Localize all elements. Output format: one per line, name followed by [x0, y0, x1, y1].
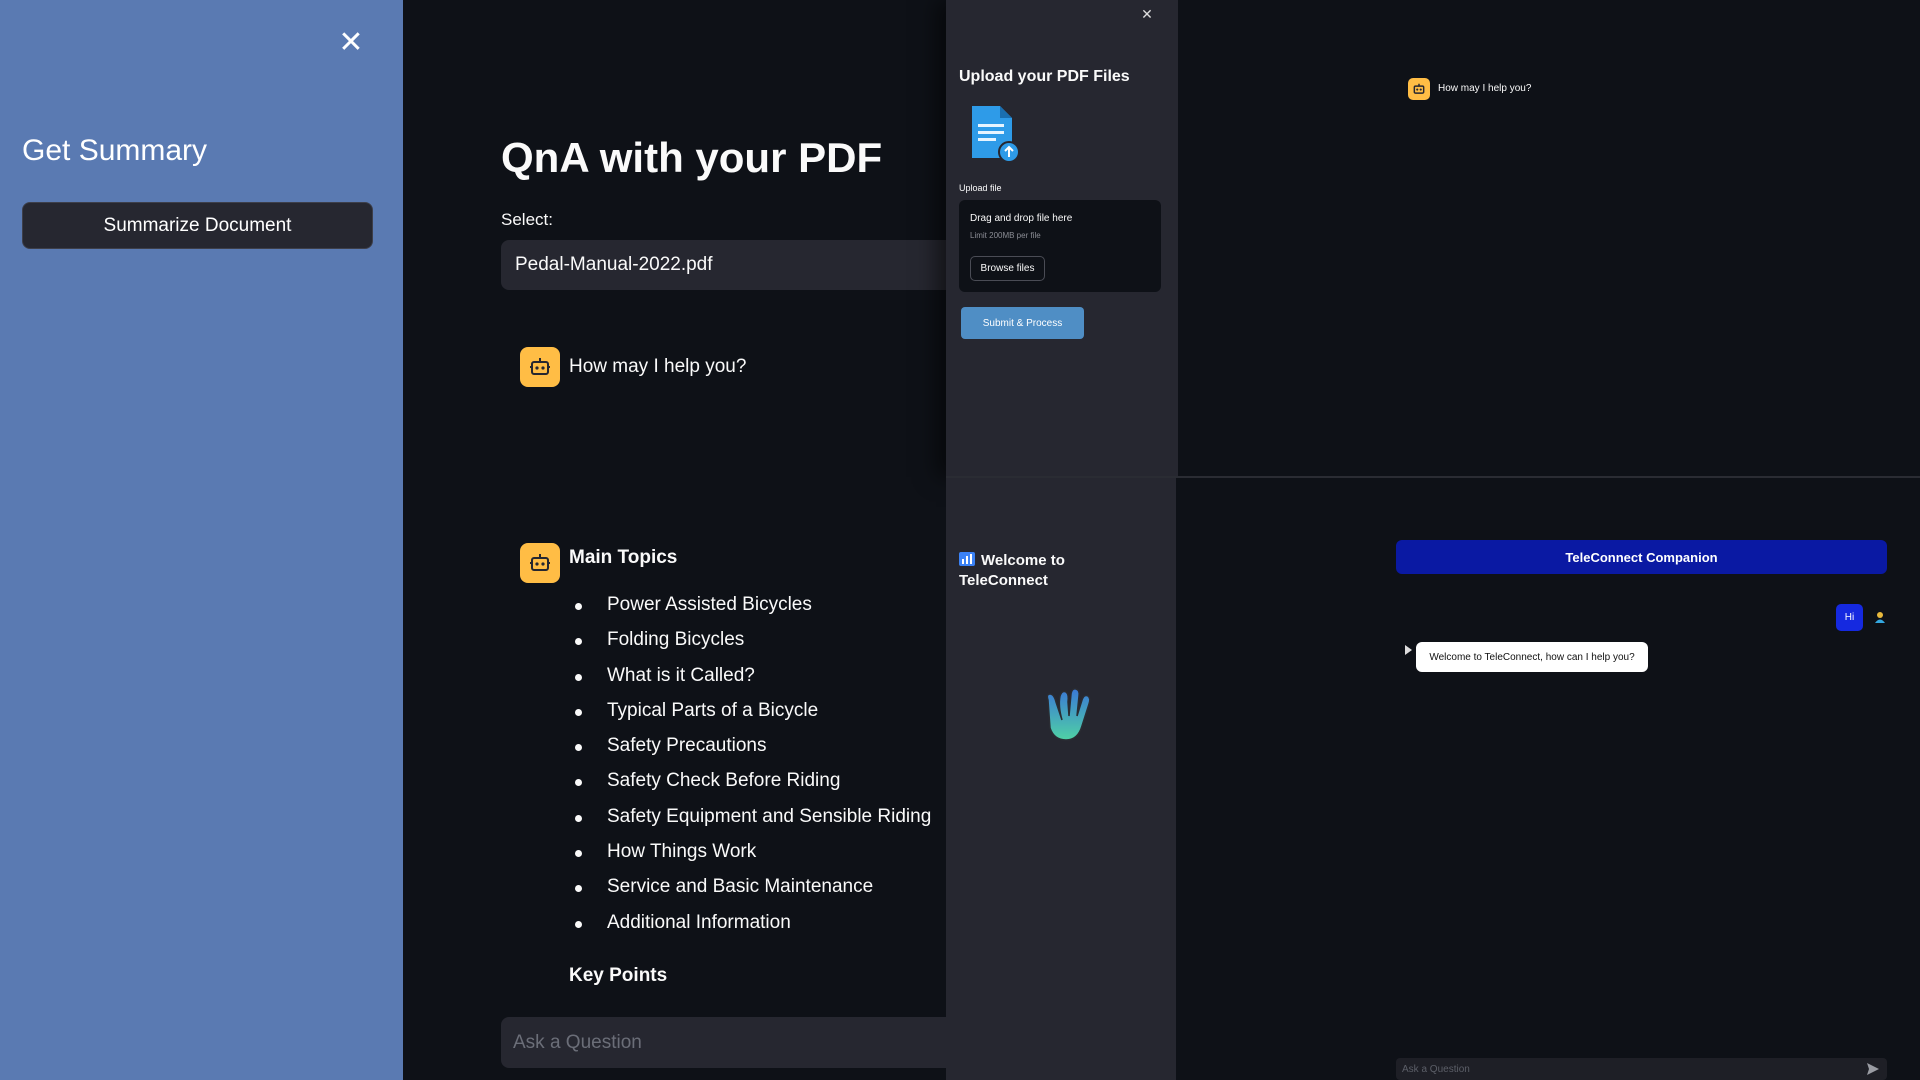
- assistant-greeting: How may I help you?: [1438, 83, 1532, 94]
- robot-icon: [520, 347, 560, 387]
- browse-files-button[interactable]: Browse files: [970, 256, 1045, 281]
- list-item: Service and Basic Maintenance: [569, 876, 931, 911]
- pdf-select-dropdown[interactable]: Pedal-Manual-2022.pdf: [501, 240, 961, 290]
- sidebar-title: Get Summary: [22, 134, 208, 167]
- welcome-heading: Welcome to TeleConnect: [959, 551, 1139, 591]
- list-item: Typical Parts of a Bicycle: [569, 700, 931, 735]
- close-icon[interactable]: ✕: [1139, 6, 1155, 22]
- dropzone-limit: Limit 200MB per file: [970, 231, 1041, 240]
- select-label: Select:: [501, 210, 553, 229]
- summary-sidebar: ✕ Get Summary Summarize Document: [0, 0, 403, 1080]
- robot-icon: [520, 543, 560, 583]
- list-item: Folding Bicycles: [569, 629, 931, 664]
- close-icon[interactable]: ✕: [336, 28, 366, 58]
- topics-list: Power Assisted Bicycles Folding Bicycles…: [569, 594, 931, 947]
- main-topics-heading: Main Topics: [569, 547, 678, 568]
- file-dropzone[interactable]: Drag and drop file here Limit 200MB per …: [959, 200, 1161, 292]
- teleconnect-sidebar: Welcome to TeleConnect: [946, 478, 1176, 1080]
- ask-question-input[interactable]: [1396, 1058, 1887, 1080]
- dropzone-title: Drag and drop file here: [970, 213, 1073, 224]
- user-message: Hi: [1836, 604, 1863, 631]
- page-title: QnA with your PDF: [501, 134, 883, 181]
- list-item: Safety Check Before Riding: [569, 770, 931, 805]
- submit-process-button[interactable]: Submit & Process: [961, 307, 1084, 339]
- user-avatar-icon: [1875, 612, 1885, 623]
- assistant-greeting: How may I help you?: [569, 356, 747, 377]
- upload-sidebar: ✕ Upload your PDF Files Upload file Drag…: [946, 0, 1178, 477]
- waving-hand-icon: [1046, 688, 1091, 741]
- chat-header: TeleConnect Companion: [1396, 540, 1887, 574]
- robot-icon: [1408, 78, 1430, 100]
- ask-question-input[interactable]: [501, 1017, 961, 1068]
- top-right-chat-pane: How may I help you?: [1178, 0, 1920, 477]
- pdf-upload-icon: [972, 106, 1020, 163]
- bot-message: Welcome to TeleConnect, how can I help y…: [1416, 642, 1648, 672]
- list-item: What is it Called?: [569, 665, 931, 700]
- list-item: Additional Information: [569, 912, 931, 947]
- list-item: Power Assisted Bicycles: [569, 594, 931, 629]
- list-item: Safety Precautions: [569, 735, 931, 770]
- upload-title: Upload your PDF Files: [959, 68, 1130, 85]
- upload-file-label: Upload file: [959, 183, 1002, 193]
- list-item: Safety Equipment and Sensible Riding: [569, 806, 931, 841]
- teleconnect-chat-pane: TeleConnect Companion Hi Welcome to Tele…: [1176, 478, 1920, 1080]
- summarize-document-button[interactable]: Summarize Document: [22, 202, 373, 249]
- list-item: How Things Work: [569, 841, 931, 876]
- key-points-heading: Key Points: [569, 965, 668, 986]
- send-icon[interactable]: [1866, 1062, 1880, 1076]
- cursor-icon: [1405, 645, 1412, 655]
- chart-icon: [959, 552, 975, 566]
- qna-main-pane: QnA with your PDF Select: Pedal-Manual-2…: [403, 0, 961, 1080]
